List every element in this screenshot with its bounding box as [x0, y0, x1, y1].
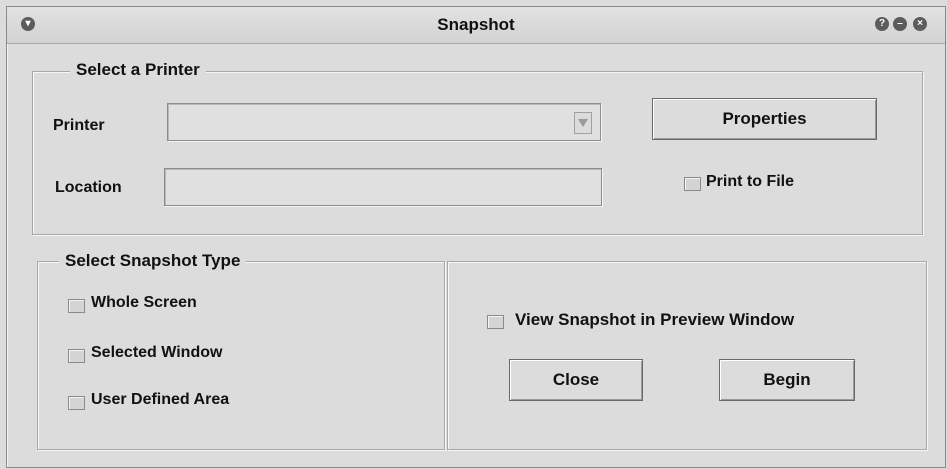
window-title: Snapshot [437, 15, 515, 34]
location-label: Location [55, 179, 122, 196]
begin-button[interactable]: Begin [719, 359, 855, 401]
whole-screen-label[interactable]: Whole Screen [91, 294, 197, 312]
snapshot-window: ▾ Snapshot ? – × Select a Printer Printe… [6, 6, 946, 468]
user-defined-area-label[interactable]: User Defined Area [91, 391, 229, 409]
properties-button[interactable]: Properties [652, 98, 877, 140]
chevron-down-icon[interactable] [574, 112, 592, 134]
selected-window-checkbox[interactable] [68, 349, 85, 363]
snapshot-type-legend: Select Snapshot Type [59, 251, 247, 271]
minimize-icon[interactable]: – [893, 17, 907, 31]
view-preview-checkbox[interactable] [487, 315, 504, 329]
whole-screen-checkbox[interactable] [68, 299, 85, 313]
view-preview-label[interactable]: View Snapshot in Preview Window [515, 310, 794, 330]
close-button[interactable]: Close [509, 359, 643, 401]
help-icon[interactable]: ? [875, 17, 889, 31]
printer-group [32, 71, 923, 235]
printer-select[interactable] [167, 103, 601, 141]
location-field[interactable] [164, 168, 602, 206]
title-bar[interactable]: ▾ Snapshot ? – × [7, 7, 945, 44]
preview-group [447, 261, 927, 450]
selected-window-label[interactable]: Selected Window [91, 344, 222, 362]
print-to-file-label[interactable]: Print to File [706, 173, 794, 191]
printer-label: Printer [53, 117, 105, 134]
close-icon[interactable]: × [913, 17, 927, 31]
print-to-file-checkbox[interactable] [684, 177, 701, 191]
user-defined-area-checkbox[interactable] [68, 396, 85, 410]
printer-group-legend: Select a Printer [70, 60, 206, 80]
